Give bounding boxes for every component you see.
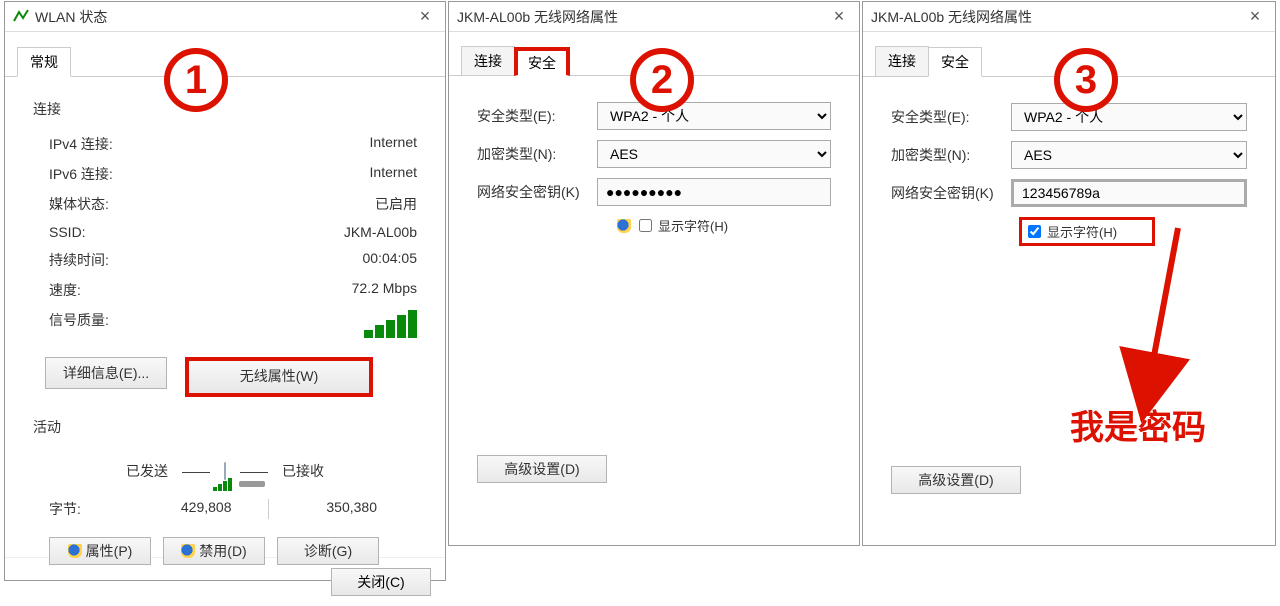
speed-value: 72.2 Mbps xyxy=(352,280,417,300)
security-type-label: 安全类型(E): xyxy=(891,107,1011,127)
tab-general[interactable]: 常规 xyxy=(17,47,71,77)
show-characters-label: 显示字符(H) xyxy=(658,216,728,235)
security-key-label: 网络安全密钥(K) xyxy=(477,182,597,202)
duration-label: 持续时间: xyxy=(49,250,363,270)
speed-label: 速度: xyxy=(49,280,352,300)
tab-body: 安全类型(E): WPA2 - 个人 加密类型(N): AES 网络安全密钥(K… xyxy=(863,77,1275,537)
step-marker-3: 3 xyxy=(1054,48,1118,112)
ipv4-label: IPv4 连接: xyxy=(49,134,370,154)
security-type-label: 安全类型(E): xyxy=(477,106,597,126)
encryption-type-label: 加密类型(N): xyxy=(891,145,1011,165)
advanced-row: 高级设置(D) xyxy=(477,455,831,483)
show-chars-row: 显示字符(H) xyxy=(617,216,831,235)
bytes-label: 字节: xyxy=(49,499,129,519)
details-button[interactable]: 详细信息(E)... xyxy=(45,357,167,389)
signal-label: 信号质量: xyxy=(49,310,364,338)
activity-row: 已发送 —— —— 已接收 xyxy=(33,461,417,481)
sent-label: 已发送 xyxy=(126,461,168,481)
tab-connection[interactable]: 连接 xyxy=(461,46,515,75)
dialog-title: JKM-AL00b 无线网络属性 xyxy=(457,7,827,27)
encryption-type-row: 加密类型(N): AES xyxy=(477,140,831,168)
disable-button[interactable]: 禁用(D) xyxy=(163,537,265,565)
bytes-row: 字节: 429,808 350,380 xyxy=(33,489,417,529)
connection-head: 连接 xyxy=(33,99,417,119)
ipv4-value: Internet xyxy=(370,134,417,154)
tab-security[interactable]: 安全 xyxy=(928,47,982,77)
ipv6-label: IPv6 连接: xyxy=(49,164,370,184)
close-icon[interactable]: × xyxy=(413,6,437,27)
arrow-icon xyxy=(1138,228,1198,423)
password-annotation: 我是密码 xyxy=(1070,400,1206,449)
tab-security[interactable]: 安全 xyxy=(514,47,570,76)
dialog-title: WLAN 状态 xyxy=(35,7,413,27)
wireless-properties-button[interactable]: 无线属性(W) xyxy=(185,357,373,397)
bytes-recv: 350,380 xyxy=(275,499,418,519)
security-type-select[interactable]: WPA2 - 个人 xyxy=(1011,103,1247,131)
shield-icon xyxy=(68,544,82,558)
encryption-type-select[interactable]: AES xyxy=(597,140,831,168)
advanced-settings-button[interactable]: 高级设置(D) xyxy=(477,455,607,483)
ssid-label: SSID: xyxy=(49,224,344,240)
step-marker-1: 1 xyxy=(164,48,228,112)
tab-connection[interactable]: 连接 xyxy=(875,46,929,76)
titlebar: WLAN 状态 × xyxy=(5,2,445,32)
media-label: 媒体状态: xyxy=(49,194,375,214)
titlebar: JKM-AL00b 无线网络属性 × xyxy=(449,2,859,32)
shield-icon xyxy=(617,219,631,233)
recv-label: 已接收 xyxy=(282,461,324,481)
dialog-title: JKM-AL00b 无线网络属性 xyxy=(871,7,1243,27)
show-characters-label: 显示字符(H) xyxy=(1047,222,1117,241)
ssid-value: JKM-AL00b xyxy=(344,224,417,240)
step-marker-2: 2 xyxy=(630,48,694,112)
show-chars-row: 显示字符(H) xyxy=(1019,217,1155,246)
security-key-input[interactable] xyxy=(597,178,831,206)
encryption-type-select[interactable]: AES xyxy=(1011,141,1247,169)
close-icon[interactable]: × xyxy=(1243,6,1267,27)
shield-icon xyxy=(181,544,195,558)
advanced-row: 高级设置(D) xyxy=(891,466,1247,494)
diagnose-button[interactable]: 诊断(G) xyxy=(277,537,379,565)
bytes-sent: 429,808 xyxy=(129,499,262,519)
signal-bars-icon xyxy=(364,310,417,338)
activity-head: 活动 xyxy=(33,417,417,437)
titlebar: JKM-AL00b 无线网络属性 × xyxy=(863,2,1275,32)
advanced-settings-button[interactable]: 高级设置(D) xyxy=(891,466,1021,494)
button-row: 详细信息(E)... 无线属性(W) xyxy=(45,357,417,397)
security-type-select[interactable]: WPA2 - 个人 xyxy=(597,102,831,130)
encryption-type-row: 加密类型(N): AES xyxy=(891,141,1247,169)
close-button[interactable]: 关闭(C) xyxy=(331,568,431,596)
show-characters-checkbox[interactable] xyxy=(639,219,652,232)
show-characters-checkbox[interactable] xyxy=(1028,225,1041,238)
security-key-input[interactable] xyxy=(1011,179,1247,207)
properties-button[interactable]: 属性(P) xyxy=(49,537,151,565)
security-key-label: 网络安全密钥(K) xyxy=(891,183,1011,203)
wlan-icon xyxy=(13,8,29,25)
security-key-row: 网络安全密钥(K) xyxy=(891,179,1247,207)
duration-value: 00:04:05 xyxy=(363,250,418,270)
mini-signal-icon xyxy=(213,477,232,491)
media-value: 已启用 xyxy=(375,194,417,214)
tab-body: 连接 IPv4 连接:Internet IPv6 连接:Internet 媒体状… xyxy=(5,77,445,557)
security-key-row: 网络安全密钥(K) xyxy=(477,178,831,206)
tab-body: 安全类型(E): WPA2 - 个人 加密类型(N): AES 网络安全密钥(K… xyxy=(449,76,859,536)
close-icon[interactable]: × xyxy=(827,6,851,27)
ipv6-value: Internet xyxy=(370,164,417,184)
encryption-type-label: 加密类型(N): xyxy=(477,144,597,164)
